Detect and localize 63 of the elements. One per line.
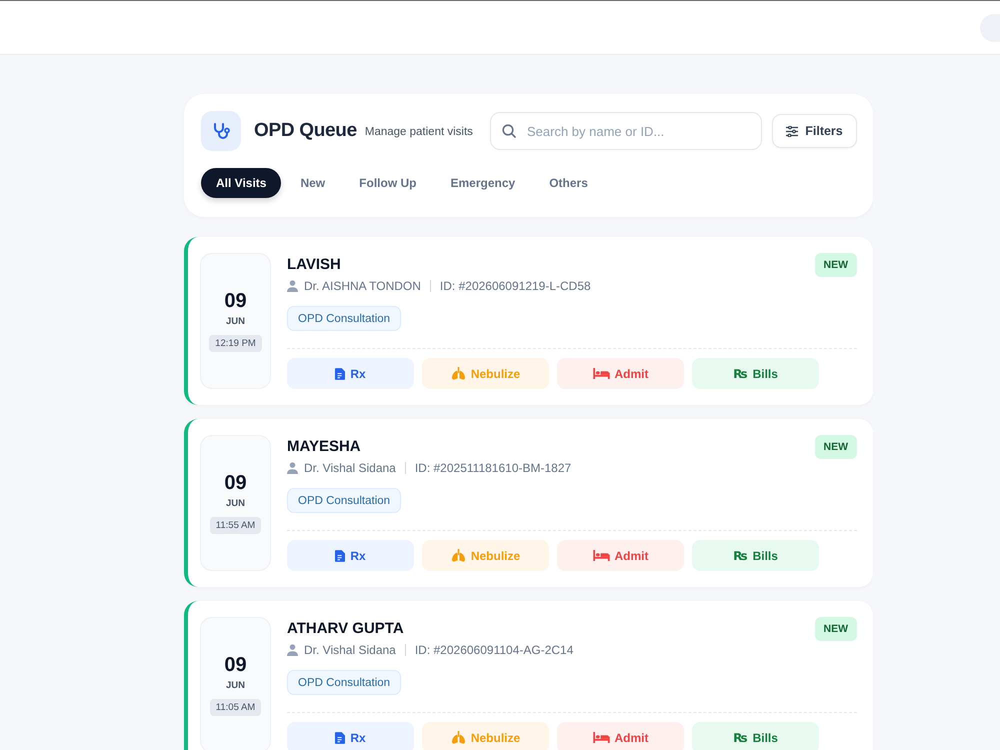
- visit-type-tag: OPD Consultation: [287, 488, 402, 513]
- lungs-icon: [450, 549, 466, 562]
- rupee-sign-icon: ₨: [733, 368, 748, 380]
- document-icon: [335, 368, 346, 380]
- doctor-name: Dr. Vishal Sidana: [304, 460, 396, 476]
- filters-button[interactable]: Filters: [772, 114, 857, 148]
- visit-id: ID: #202511181610-BM-1827: [414, 460, 572, 476]
- bills-button[interactable]: ₨ Bills: [692, 358, 819, 389]
- time-badge: 11:55 AM: [210, 517, 262, 534]
- bills-button[interactable]: ₨ Bills: [692, 722, 819, 750]
- visit-card[interactable]: 09 JUN 12:19 PM LAVISH Dr. AISHNA TONDON ID: #202606091219-L-CD58 NEW OPD Consultation Rx Nebulize Admit ₨ Bills: [184, 237, 873, 405]
- user-icon: [287, 644, 298, 656]
- patient-name: ATHARV GUPTA: [287, 620, 404, 638]
- bills-button[interactable]: ₨ Bills: [692, 540, 819, 571]
- visit-type-tag: OPD Consultation: [287, 670, 402, 695]
- document-icon: [335, 732, 346, 744]
- lungs-icon: [450, 731, 466, 744]
- filter-tab[interactable]: New: [285, 168, 340, 198]
- filter-tab[interactable]: Others: [534, 168, 603, 198]
- admit-button[interactable]: Admit: [557, 722, 684, 750]
- rupee-sign-icon: ₨: [733, 550, 748, 562]
- patient-name: LAVISH: [287, 256, 341, 274]
- page-title: OPD Queue: [254, 120, 357, 142]
- bed-icon: [592, 732, 610, 743]
- page-subtitle: Manage patient visits: [364, 126, 473, 138]
- doctor-name: Dr. Vishal Sidana: [304, 642, 396, 658]
- user-icon: [287, 280, 298, 292]
- sliders-icon: [786, 126, 798, 136]
- admit-button[interactable]: Admit: [557, 540, 684, 571]
- visit-id: ID: #202606091219-L-CD58: [440, 278, 591, 294]
- status-badge: NEW: [814, 435, 857, 459]
- filter-tab[interactable]: Emergency: [435, 168, 530, 198]
- date-month: JUN: [226, 498, 245, 509]
- date-month: JUN: [226, 316, 245, 327]
- lungs-icon: [450, 367, 466, 380]
- time-badge: 12:19 PM: [209, 335, 262, 352]
- bed-icon: [592, 550, 610, 561]
- document-icon: [335, 550, 346, 562]
- patient-name: MAYESHA: [287, 438, 361, 456]
- user-icon: [287, 462, 298, 474]
- rx-button[interactable]: Rx: [287, 358, 414, 389]
- doctor-name: Dr. AISHNA TONDON: [304, 278, 421, 294]
- filter-tab[interactable]: All Visits: [201, 168, 282, 198]
- search-field[interactable]: Search by name or ID...: [490, 112, 762, 150]
- status-badge: NEW: [814, 253, 857, 277]
- stethoscope-icon: [201, 111, 241, 151]
- admit-button[interactable]: Admit: [557, 358, 684, 389]
- visit-id: ID: #202606091104-AG-2C14: [414, 642, 574, 658]
- date-day: 09: [224, 290, 247, 312]
- filter-tab[interactable]: Follow Up: [344, 168, 432, 198]
- visit-card[interactable]: 09 JUN 11:55 AM MAYESHA Dr. Vishal Sidana ID: #202511181610-BM-1827 NEW OPD Consultation Rx Nebulize Admit ₨ Bills: [184, 419, 873, 587]
- rx-button[interactable]: Rx: [287, 722, 414, 750]
- rx-button[interactable]: Rx: [287, 540, 414, 571]
- bed-icon: [592, 368, 610, 379]
- visit-card[interactable]: 09 JUN 11:05 AM ATHARV GUPTA Dr. Vishal Sidana ID: #202606091104-AG-2C14 NEW OPD Consultation Rx Nebulize Admit ₨ Bills: [184, 601, 873, 750]
- date-month: JUN: [226, 680, 245, 691]
- date-day: 09: [224, 654, 247, 676]
- visit-type-tag: OPD Consultation: [287, 306, 402, 331]
- search-icon: [502, 124, 516, 138]
- time-badge: 11:05 AM: [210, 699, 262, 716]
- status-badge: NEW: [814, 617, 857, 641]
- rupee-sign-icon: ₨: [733, 732, 748, 744]
- date-day: 09: [224, 472, 247, 494]
